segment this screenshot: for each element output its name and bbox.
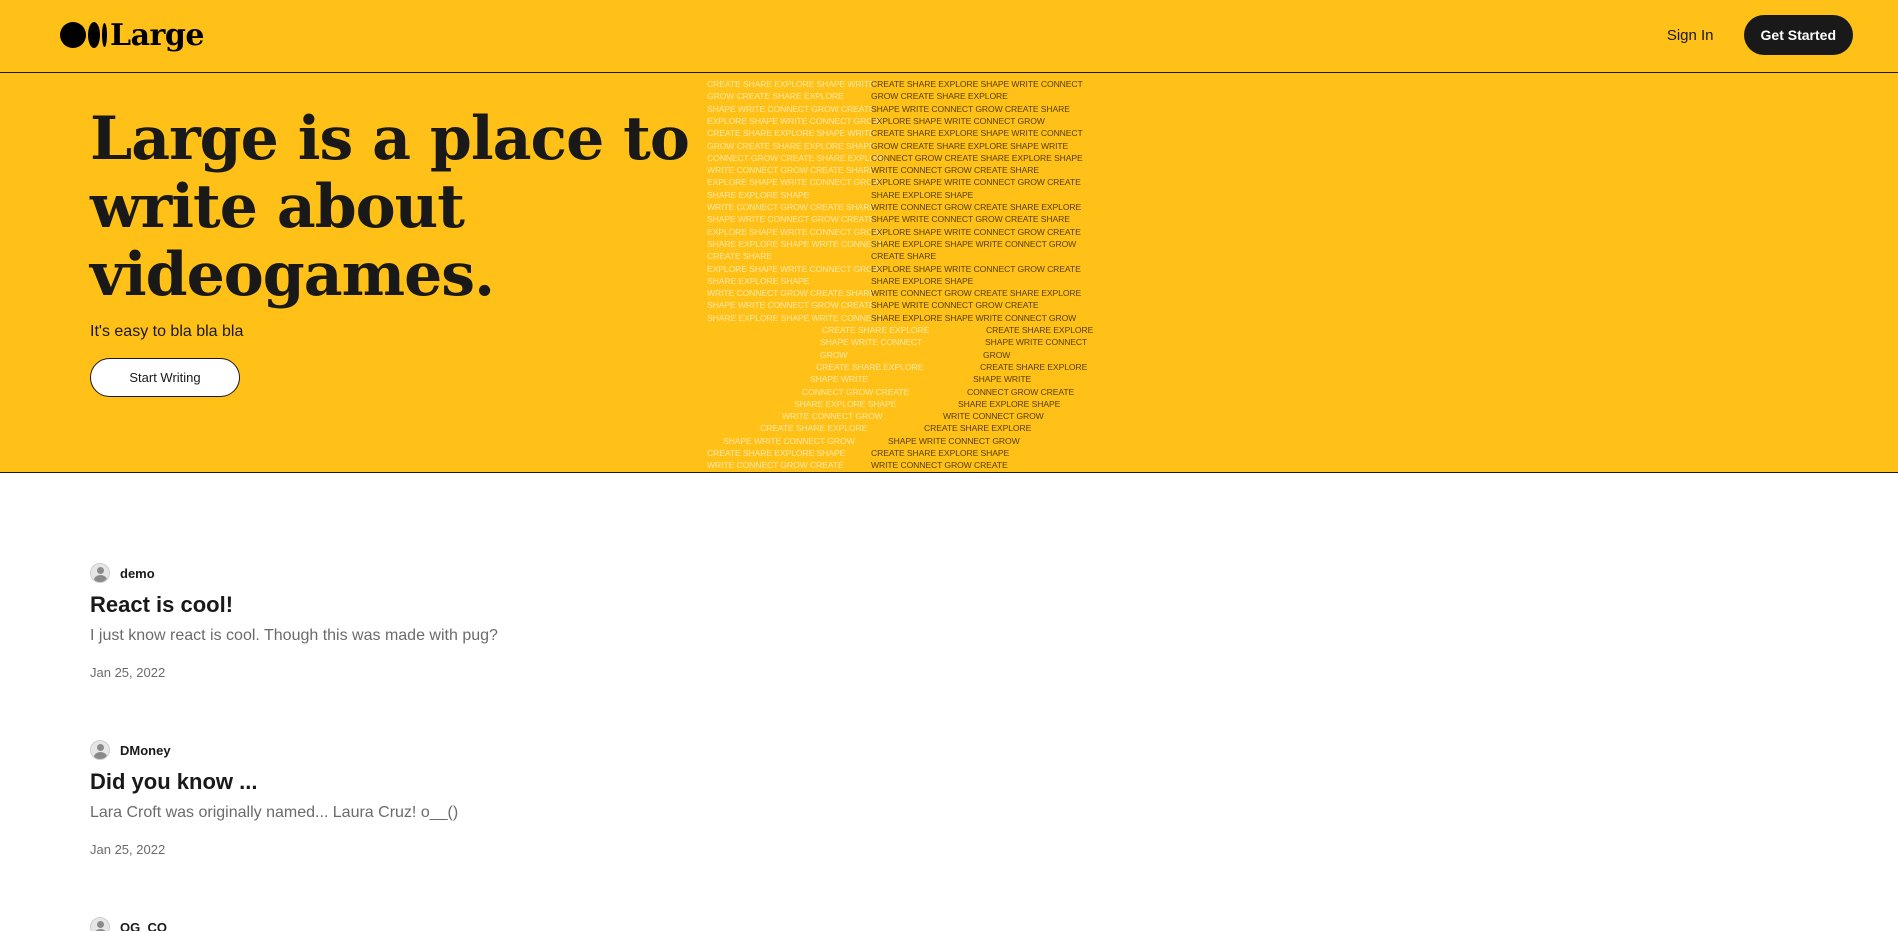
author-row: OG_CO <box>90 917 990 931</box>
word-art-line: CREATE SHARE <box>707 251 773 262</box>
word-art-line: CREATE SHARE EXPLORE <box>986 325 1094 335</box>
word-art-line: WRITE CONNECT GROW CREATE SHARE <box>871 165 1039 176</box>
word-art-line: SHARE EXPLORE SHAPE WRITE CONNECT <box>707 312 883 323</box>
word-art-line: EXPLORE SHAPE WRITE CONNECT GROW <box>871 115 1045 126</box>
logo-icon <box>60 21 108 49</box>
article-date: Jan 25, 2022 <box>90 842 166 857</box>
word-art-line: SHARE EXPLORE SHAPE <box>707 189 810 200</box>
word-art-line: WRITE CONNECT GROW CREATE SHARE EXPLORE <box>871 288 1082 299</box>
word-art-line: CONNECT GROW CREATE <box>802 386 910 397</box>
article-snippet[interactable]: I just know react is cool. Though this w… <box>90 625 990 647</box>
article-title[interactable]: Did you know ... <box>90 768 990 796</box>
logo[interactable]: Large <box>60 17 204 53</box>
word-art-line: EXPLORE SHAPE WRITE CONNECT GROW <box>707 177 881 188</box>
word-art-line: SHAPE WRITE CONNECT GROW CREATE <box>707 300 875 311</box>
word-art-line: EXPLORE SHAPE WRITE CONNECT GROW CREATE <box>871 226 1081 237</box>
word-art-line: CREATE SHARE EXPLORE SHAPE WRITE CONNECT <box>871 128 1083 139</box>
word-art-line: SHARE EXPLORE SHAPE WRITE CONNECT <box>707 238 883 249</box>
word-art-line: SHARE EXPLORE SHAPE WRITE CONNECT GROW <box>871 312 1077 323</box>
header-nav: Sign In Get Started <box>1667 15 1853 55</box>
word-art-line: GROW CREATE SHARE EXPLORE <box>871 91 1008 102</box>
author-row: DMoney <box>90 740 990 760</box>
author-name[interactable]: OG_CO <box>120 920 167 931</box>
article-title[interactable]: React is cool! <box>90 591 990 619</box>
word-art-line: SHAPE WRITE CONNECT GROW CREATE <box>707 103 875 114</box>
word-art-line: WRITE CONNECT GROW <box>943 411 1044 422</box>
word-art-line: EXPLORE SHAPE WRITE CONNECT GROW <box>707 263 881 274</box>
word-art-line: GROW CREATE SHARE EXPLORE <box>707 91 844 102</box>
word-art-line: CREATE SHARE EXPLORE SHAPE WRITE <box>707 128 875 139</box>
word-art-line: WRITE CONNECT GROW <box>782 411 883 422</box>
hero-subtitle: It's easy to bla bla bla <box>90 323 244 340</box>
word-art-line: SHAPE WRITE CONNECT GROW CREATE SHARE <box>871 103 1070 114</box>
word-art-line: WRITE CONNECT GROW CREATE SHARE <box>707 165 875 176</box>
word-art-line: EXPLORE SHAPE WRITE CONNECT GROW <box>707 226 881 237</box>
word-art-line: SHAPE WRITE CONNECT GROW CREATE <box>707 214 875 225</box>
sign-in-link[interactable]: Sign In <box>1667 27 1714 44</box>
word-art-line: GROW CREATE SHARE EXPLORE SHAPE WRITE <box>871 140 1069 151</box>
word-art-line: SHARE EXPLORE SHAPE <box>958 398 1061 409</box>
word-art-line: WRITE CONNECT GROW CREATE SHARE <box>707 288 875 299</box>
avatar-icon <box>90 563 110 583</box>
word-art-line: WRITE CONNECT GROW CREATE <box>871 460 1008 471</box>
avatar-icon <box>90 917 110 931</box>
word-art-line: CONNECT GROW CREATE SHARE EXPLORE <box>707 152 888 163</box>
article-card[interactable]: demo React is cool! I just know react is… <box>90 563 990 680</box>
word-art-line: GROW <box>820 349 848 360</box>
word-art-line: EXPLORE SHAPE WRITE CONNECT GROW <box>707 115 881 126</box>
word-art-line: SHAPE WRITE CONNECT GROW <box>723 435 855 446</box>
word-art-line: SHARE EXPLORE SHAPE <box>794 398 897 409</box>
word-art-line: CONNECT GROW CREATE <box>967 386 1075 397</box>
word-art-line: WRITE CONNECT GROW CREATE SHARE <box>707 202 875 212</box>
word-art-line: EXPLORE SHAPE WRITE CONNECT GROW CREATE <box>871 263 1081 274</box>
word-art-line: SHAPE WRITE CONNECT GROW CREATE <box>871 300 1039 311</box>
word-art-line: SHAPE WRITE CONNECT GROW <box>888 435 1020 446</box>
word-art-line: WRITE CONNECT GROW CREATE SHARE EXPLORE <box>871 202 1082 212</box>
word-art-line: SHARE EXPLORE SHAPE <box>871 275 974 286</box>
article-card[interactable]: DMoney Did you know ... Lara Croft was o… <box>90 740 990 857</box>
word-art-line: CREATE SHARE EXPLORE <box>760 423 868 434</box>
word-art-line: CREATE SHARE <box>871 251 937 262</box>
article-date: Jan 25, 2022 <box>90 665 166 680</box>
word-art-line: SHARE EXPLORE SHAPE WRITE CONNECT GROW <box>871 238 1077 249</box>
word-art-line: SHAPE WRITE <box>810 374 869 385</box>
word-art-line: CREATE SHARE EXPLORE <box>980 361 1088 372</box>
article-card[interactable]: OG_CO <box>90 917 990 931</box>
logo-text: Large <box>110 17 204 53</box>
hero-banner: Large is a place to write about videogam… <box>0 73 1898 473</box>
word-art-line: SHAPE WRITE CONNECT <box>820 337 923 348</box>
top-navbar: Large Sign In Get Started <box>0 0 1898 73</box>
word-art-line: GROW CREATE SHARE EXPLORE SHAPE <box>707 140 875 151</box>
word-art-line: CREATE SHARE EXPLORE <box>816 361 924 372</box>
word-art-line: CREATE SHARE EXPLORE SHAPE WRITE <box>707 79 875 89</box>
word-art-line: SHARE EXPLORE SHAPE <box>707 275 810 286</box>
word-art-line: CREATE SHARE EXPLORE SHAPE <box>871 448 1010 458</box>
word-art-line: CONNECT GROW CREATE SHARE EXPLORE SHAPE <box>871 152 1083 163</box>
word-art-line: SHAPE WRITE CONNECT <box>985 337 1088 348</box>
hero-word-art: CREATE SHARE EXPLORE SHAPE WRITE GROW CRE… <box>705 79 1105 472</box>
start-writing-button[interactable]: Start Writing <box>90 358 240 397</box>
author-row: demo <box>90 563 990 583</box>
word-art-line: EXPLORE SHAPE WRITE CONNECT GROW CREATE <box>871 177 1081 188</box>
word-art-line: CREATE SHARE EXPLORE SHAPE <box>707 448 846 458</box>
hero-title: Large is a place to write about videogam… <box>90 104 690 310</box>
author-name[interactable]: demo <box>120 566 155 581</box>
word-art-line: SHAPE WRITE <box>973 374 1032 385</box>
get-started-button[interactable]: Get Started <box>1743 15 1853 55</box>
article-snippet[interactable]: Lara Croft was originally named... Laura… <box>90 802 990 824</box>
author-name[interactable]: DMoney <box>120 743 171 758</box>
word-art-line: WRITE CONNECT GROW CREATE <box>707 460 844 471</box>
word-art-line: CREATE SHARE EXPLORE <box>822 325 930 335</box>
avatar-icon <box>90 740 110 760</box>
word-art-line: CREATE SHARE EXPLORE <box>924 423 1032 434</box>
word-art-line: SHARE EXPLORE SHAPE <box>871 189 974 200</box>
word-art-line: CREATE SHARE EXPLORE SHAPE WRITE CONNECT <box>871 79 1083 89</box>
word-art-line: SHAPE WRITE CONNECT GROW CREATE SHARE <box>871 214 1070 225</box>
word-art-line: GROW <box>983 349 1011 360</box>
